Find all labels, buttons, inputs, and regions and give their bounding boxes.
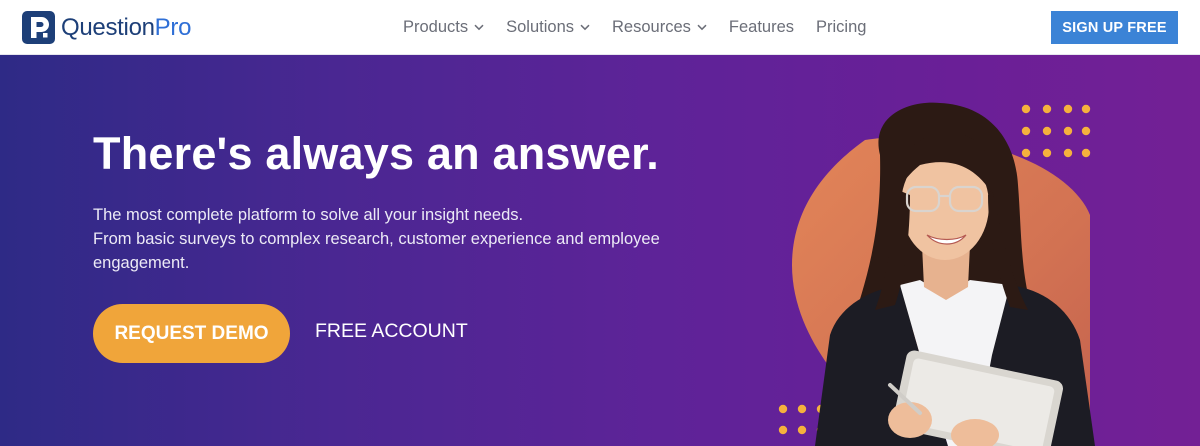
nav-item-features[interactable]: Features bbox=[729, 18, 794, 37]
hero-section: There's always an answer. The most compl… bbox=[0, 55, 1200, 446]
nav-item-pricing[interactable]: Pricing bbox=[816, 18, 866, 37]
hero-subtitle-line: From basic surveys to complex research, … bbox=[93, 230, 660, 272]
chevron-down-icon bbox=[474, 24, 484, 31]
logo-word-question: Question bbox=[61, 14, 155, 41]
hero-subtitle: The most complete platform to solve all … bbox=[93, 203, 673, 275]
request-demo-button[interactable]: REQUEST DEMO bbox=[93, 304, 290, 363]
nav-item-label: Products bbox=[403, 18, 469, 36]
nav-item-products[interactable]: Products bbox=[403, 18, 484, 37]
hero-subtitle-line: The most complete platform to solve all … bbox=[93, 206, 524, 224]
nav-item-label: Solutions bbox=[506, 18, 575, 36]
questionpro-logo[interactable]: QuestionPro bbox=[22, 11, 191, 44]
chevron-down-icon bbox=[697, 24, 707, 31]
smiling-woman-with-tablet-image bbox=[792, 102, 1095, 446]
sign-up-free-button[interactable]: SIGN UP FREE bbox=[1051, 11, 1178, 44]
nav-item-label: Resources bbox=[612, 18, 691, 36]
free-account-link[interactable]: FREE ACCOUNT bbox=[315, 320, 468, 343]
logo-mark-icon bbox=[22, 11, 55, 44]
nav-item-resources[interactable]: Resources bbox=[612, 18, 707, 37]
main-nav: Products Solutions Resources Features Pr… bbox=[403, 0, 888, 55]
nav-item-label: Features bbox=[728, 18, 795, 36]
nav-item-solutions[interactable]: Solutions bbox=[506, 18, 590, 37]
hero-title: There's always an answer. bbox=[93, 128, 660, 179]
chevron-down-icon bbox=[580, 24, 590, 31]
logo-word-pro: Pro bbox=[154, 14, 192, 41]
nav-item-label: Pricing bbox=[816, 18, 867, 36]
site-header: QuestionPro Products Solutions Resources… bbox=[0, 0, 1200, 55]
logo-wordmark: QuestionPro bbox=[61, 11, 191, 44]
